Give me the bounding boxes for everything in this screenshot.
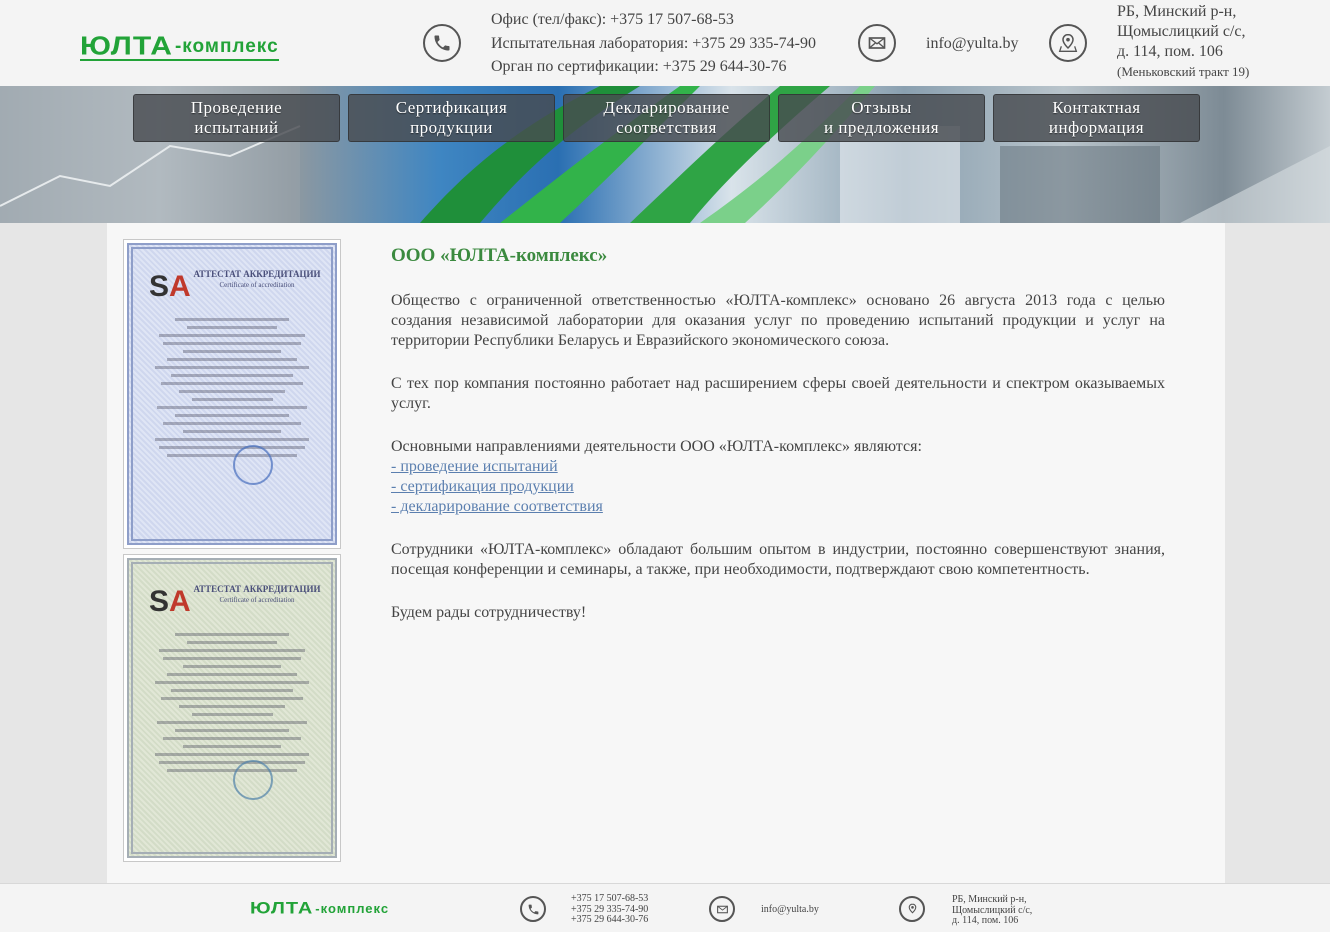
link-certification[interactable]: - сертификация продукции — [391, 477, 1165, 497]
logo-main-text: ЮЛТА — [80, 32, 173, 61]
location-icon — [899, 896, 925, 922]
mail-icon — [858, 24, 896, 62]
header-phones: Офис (тел/факс): +375 17 507-68-53 Испыт… — [491, 8, 816, 79]
logo-main-text: ЮЛТА — [250, 899, 314, 918]
site-header: ЮЛТА -комплекс Офис (тел/факс): +375 17 … — [0, 0, 1330, 86]
nav-certification[interactable]: Сертификация продукции — [348, 94, 555, 142]
link-testing[interactable]: - проведение испытаний — [391, 457, 1165, 477]
certificate-subtitle: Certificate of accreditation — [219, 596, 295, 604]
hero-banner: Проведение испытаний Сертификация продук… — [0, 86, 1330, 223]
certificate-logo: SA — [149, 585, 191, 618]
nav-testing[interactable]: Проведение испытаний — [133, 94, 340, 142]
footer-address: РБ, Минский р-н, Щомыслицкий с/с, д. 114… — [952, 894, 1032, 927]
certificate-text-lines — [151, 628, 313, 777]
footer-logo[interactable]: ЮЛТА -комплекс — [250, 898, 390, 918]
phone-icon — [520, 896, 546, 922]
about-paragraph-5: Будем рады сотрудничеству! — [391, 604, 587, 621]
mail-icon — [709, 896, 735, 922]
accreditation-certificate-2[interactable]: SA Аттестат аккредитации Certificate of … — [123, 554, 341, 862]
footer-phones: +375 17 507-68-53 +375 29 335-74-90 +375… — [571, 893, 648, 926]
address-line-3: д. 114, пом. 106 — [1117, 43, 1223, 60]
page-title: ООО «ЮЛТА-комплекс» — [391, 245, 608, 266]
address-note: (Меньковский тракт 19) — [1117, 64, 1250, 79]
lab-phone[interactable]: Испытательная лаборатория: +375 29 335-7… — [491, 32, 816, 56]
address-line-1: РБ, Минский р-н, — [1117, 3, 1237, 20]
header-email[interactable]: info@yulta.by — [926, 32, 1019, 56]
directions-links: - проведение испытаний - сертификация пр… — [391, 457, 1165, 517]
about-paragraph-2: С тех пор компания постоянно работает на… — [391, 375, 1165, 412]
office-phone[interactable]: Офис (тел/факс): +375 17 507-68-53 — [491, 8, 816, 32]
directions-intro: Основными направлениями деятельности ООО… — [391, 438, 922, 455]
site-footer: ЮЛТА -комплекс +375 17 507-68-53 +375 29… — [0, 883, 1330, 932]
certificate-stamp — [233, 760, 273, 800]
phone-icon — [423, 24, 461, 62]
footer-phone-1[interactable]: +375 17 507-68-53 — [571, 893, 648, 905]
certificate-title: Аттестат аккредитации — [193, 584, 321, 594]
certificate-title: Аттестат аккредитации — [193, 269, 321, 279]
certificate-image: SA Аттестат аккредитации Certificate of … — [127, 243, 337, 545]
about-paragraph-4: Сотрудники «ЮЛТА-комплекс» обладают боль… — [391, 541, 1165, 578]
cert-body-phone[interactable]: Орган по сертификации: +375 29 644-30-76 — [491, 55, 816, 79]
location-icon — [1049, 24, 1087, 62]
certificate-logo: SA — [149, 270, 191, 303]
certificate-image: SA Аттестат аккредитации Certificate of … — [127, 558, 337, 858]
logo-underline — [80, 59, 279, 61]
footer-email[interactable]: info@yulta.by — [761, 904, 819, 916]
footer-address-line-1: РБ, Минский р-н, — [952, 894, 1027, 905]
nav-contacts[interactable]: Контактная информация — [993, 94, 1200, 142]
about-section: ООО «ЮЛТА-комплекс» Общество с ограничен… — [391, 245, 1165, 646]
logo-sub-text: -комплекс — [315, 901, 390, 916]
footer-phone-3[interactable]: +375 29 644-30-76 — [571, 914, 648, 926]
nav-feedback[interactable]: Отзывы и предложения — [778, 94, 985, 142]
address-line-2: Щомыслицкий с/с, — [1117, 23, 1246, 40]
link-declaration[interactable]: - декларирование соответствия — [391, 497, 1165, 517]
header-address: РБ, Минский р-н, Щомыслицкий с/с, д. 114… — [1117, 2, 1249, 82]
footer-address-line-3: д. 114, пом. 106 — [952, 915, 1019, 926]
certificate-stamp — [233, 445, 273, 485]
accreditation-certificate-1[interactable]: SA Аттестат аккредитации Certificate of … — [123, 239, 341, 549]
certificate-text-lines — [151, 313, 313, 462]
logo-sub-text: -комплекс — [174, 36, 279, 57]
main-nav: Проведение испытаний Сертификация продук… — [133, 94, 1200, 142]
about-paragraph-1: Общество с ограниченной ответственностью… — [391, 292, 1165, 349]
site-logo[interactable]: ЮЛТА -комплекс — [80, 28, 279, 61]
main-content-area: SA Аттестат аккредитации Certificate of … — [107, 223, 1225, 883]
certificate-subtitle: Certificate of accreditation — [219, 281, 295, 289]
nav-declaration[interactable]: Декларирование соответствия — [563, 94, 770, 142]
